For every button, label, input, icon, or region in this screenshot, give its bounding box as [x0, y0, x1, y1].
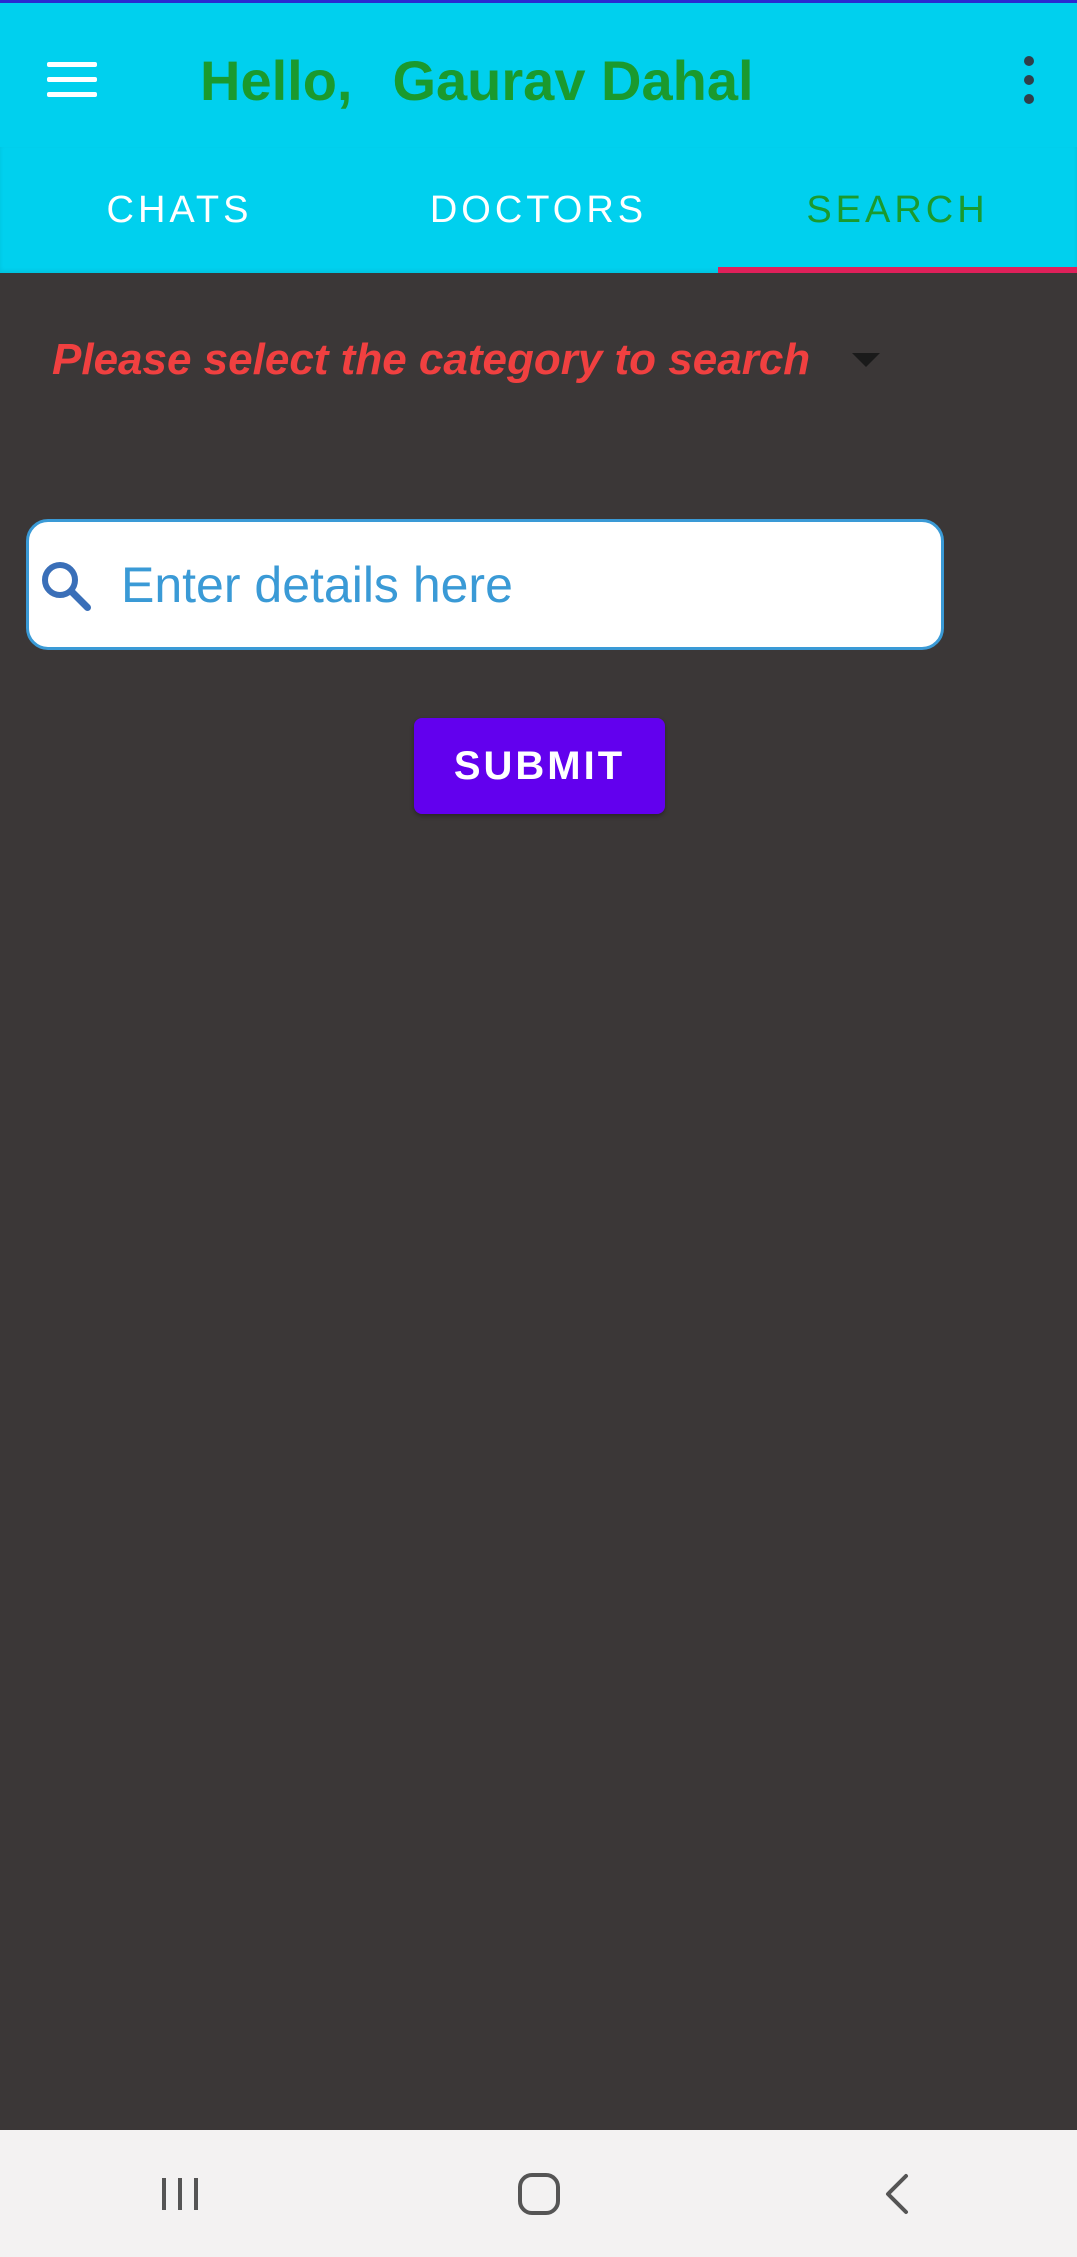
- app-bar: Hello, Gaurav Dahal: [0, 0, 1077, 147]
- user-name: Gaurav Dahal: [392, 48, 754, 112]
- tab-search[interactable]: SEARCH: [718, 147, 1077, 273]
- home-icon[interactable]: [499, 2154, 579, 2234]
- search-input[interactable]: [121, 555, 901, 614]
- greeting-text: Hello,: [200, 48, 353, 112]
- tab-doctors[interactable]: DOCTORS: [359, 147, 718, 273]
- system-nav-bar: [0, 2130, 1077, 2257]
- app-title: Hello, Gaurav Dahal: [200, 45, 754, 115]
- search-field[interactable]: [26, 519, 944, 650]
- category-prompt: Please select the category to search: [52, 335, 811, 384]
- menu-icon[interactable]: [36, 43, 108, 115]
- arrow-drop-down-icon[interactable]: [852, 353, 880, 367]
- submit-button[interactable]: SUBMIT: [414, 718, 665, 814]
- app-screen: Hello, Gaurav Dahal CHATS DOCTORS SEARCH…: [0, 0, 1077, 2257]
- category-dropdown[interactable]: Please select the category to search: [52, 320, 892, 400]
- back-icon[interactable]: [858, 2154, 938, 2234]
- tab-chats[interactable]: CHATS: [0, 147, 359, 273]
- tab-bar: CHATS DOCTORS SEARCH: [0, 147, 1077, 273]
- search-icon: [42, 561, 91, 611]
- recents-icon[interactable]: [140, 2154, 220, 2234]
- more-vert-icon[interactable]: [999, 45, 1059, 115]
